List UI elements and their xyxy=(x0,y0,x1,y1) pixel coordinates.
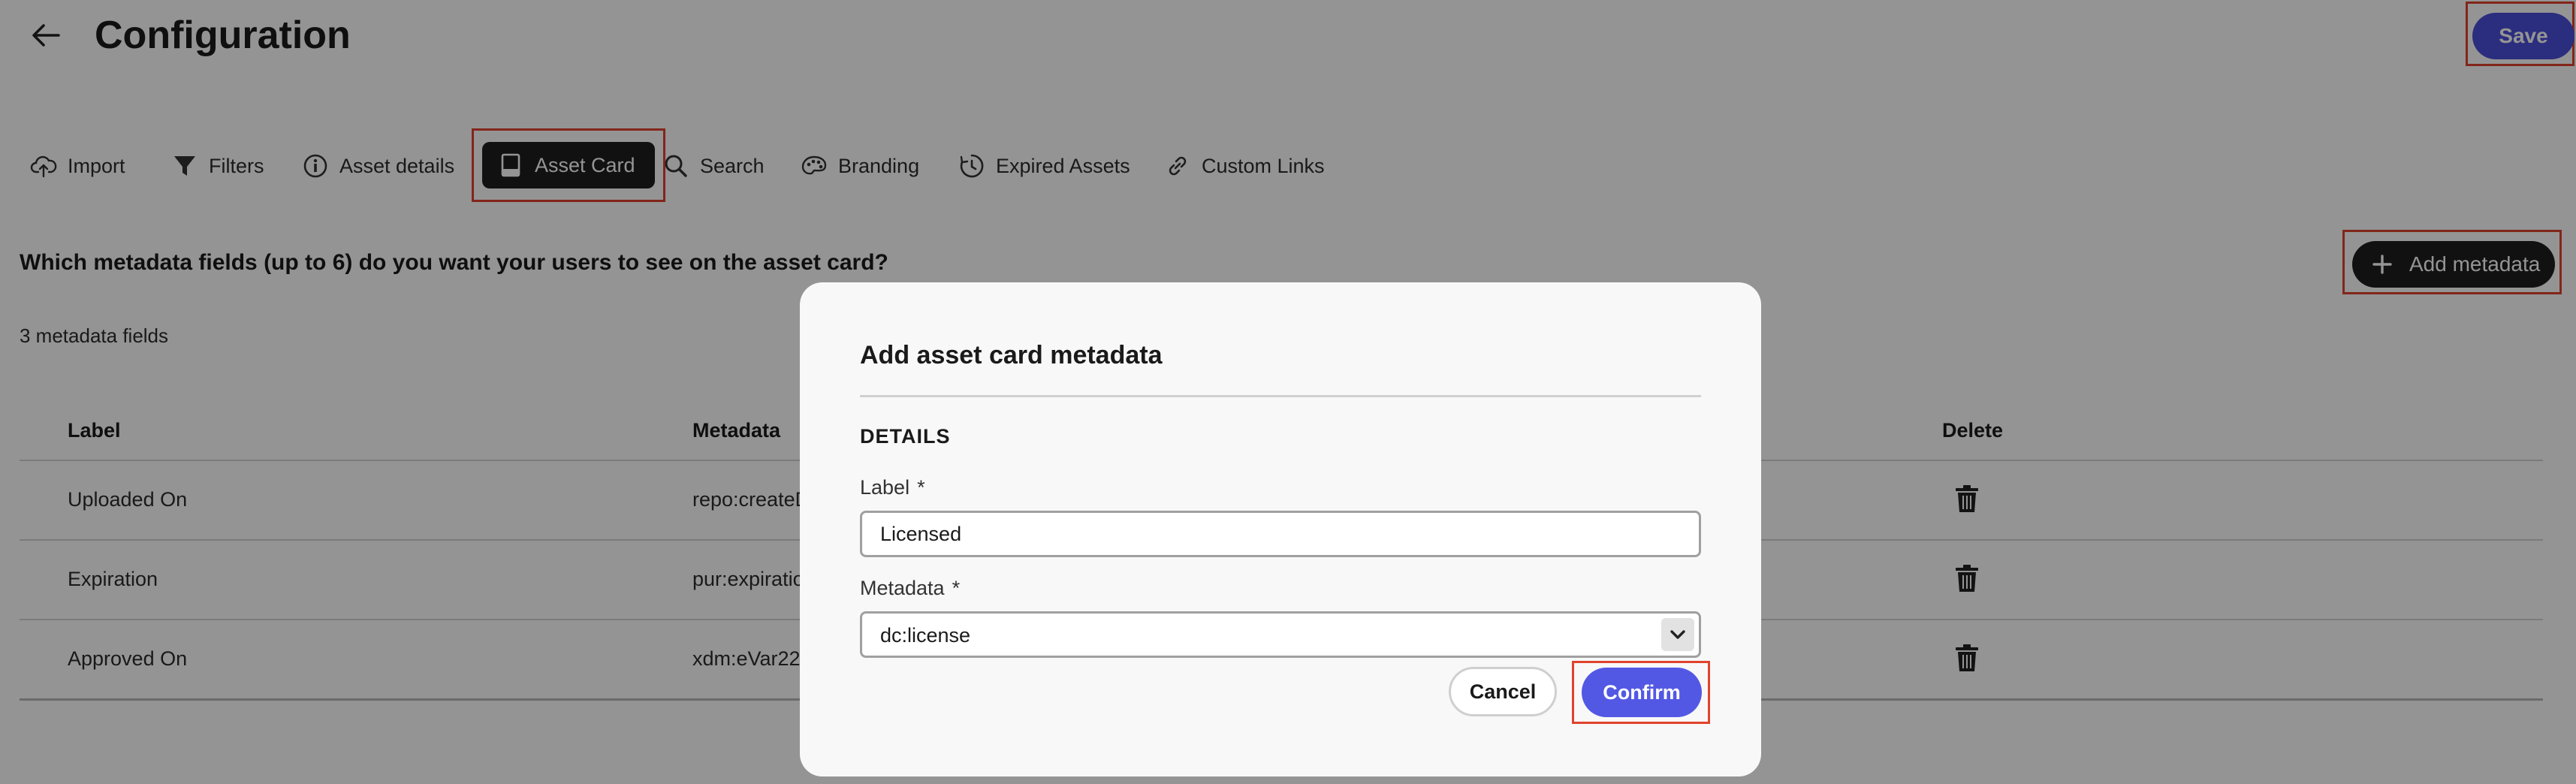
metadata-select[interactable]: dc:license xyxy=(860,611,1701,658)
select-dropdown-toggle[interactable] xyxy=(1661,618,1694,651)
confirm-button[interactable]: Confirm xyxy=(1582,668,1702,717)
label-field-label-text: Label xyxy=(860,476,910,499)
label-input[interactable] xyxy=(860,511,1701,557)
required-mark: * xyxy=(952,577,961,599)
label-field-label: Label * xyxy=(860,476,925,499)
required-mark: * xyxy=(917,476,925,499)
add-metadata-dialog: Add asset card metadata DETAILS Label * M… xyxy=(800,282,1761,776)
dialog-title: Add asset card metadata xyxy=(860,341,1163,369)
confirm-highlight-box: Confirm xyxy=(1572,661,1710,724)
metadata-field-label: Metadata * xyxy=(860,577,960,600)
metadata-field-label-text: Metadata xyxy=(860,577,945,599)
dialog-divider xyxy=(860,395,1701,397)
chevron-down-icon xyxy=(1670,630,1685,639)
configuration-page: Configuration Save Import Filters Asset … xyxy=(0,0,2576,784)
metadata-select-value: dc:license xyxy=(880,624,971,647)
details-heading: DETAILS xyxy=(860,425,951,448)
cancel-button[interactable]: Cancel xyxy=(1449,667,1557,716)
